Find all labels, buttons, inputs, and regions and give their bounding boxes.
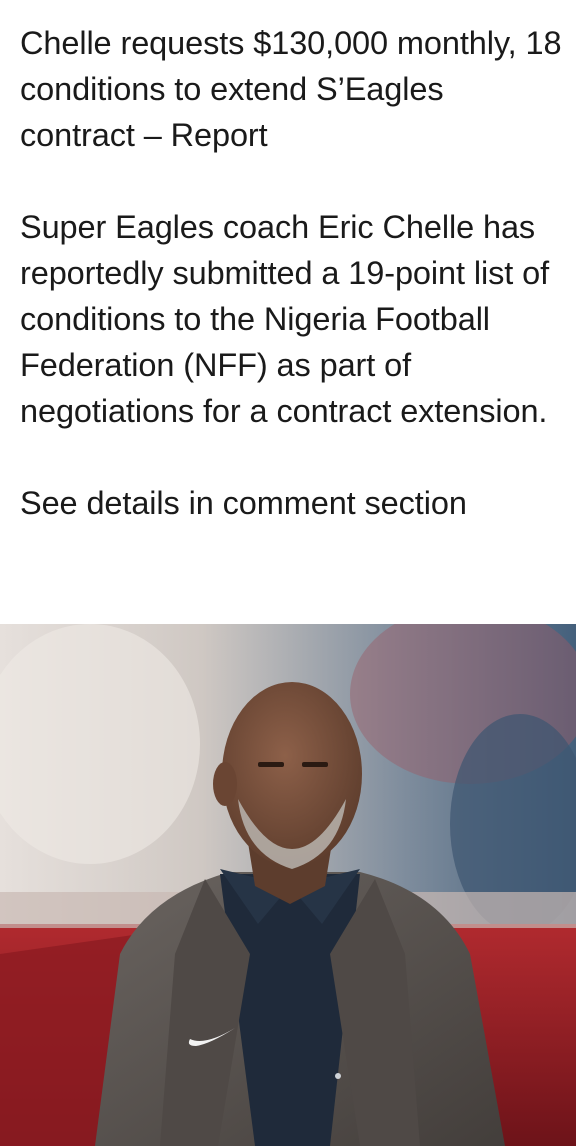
post-photo[interactable] — [0, 624, 576, 1146]
post-body: Super Eagles coach Eric Chelle has repor… — [20, 209, 550, 429]
post-cta: See details in comment section — [20, 485, 467, 521]
post-text-block: Chelle requests $130,000 monthly, 18 con… — [0, 0, 576, 624]
portrait-photo-icon — [0, 624, 576, 1146]
post-headline: Chelle requests $130,000 monthly, 18 con… — [20, 25, 562, 153]
